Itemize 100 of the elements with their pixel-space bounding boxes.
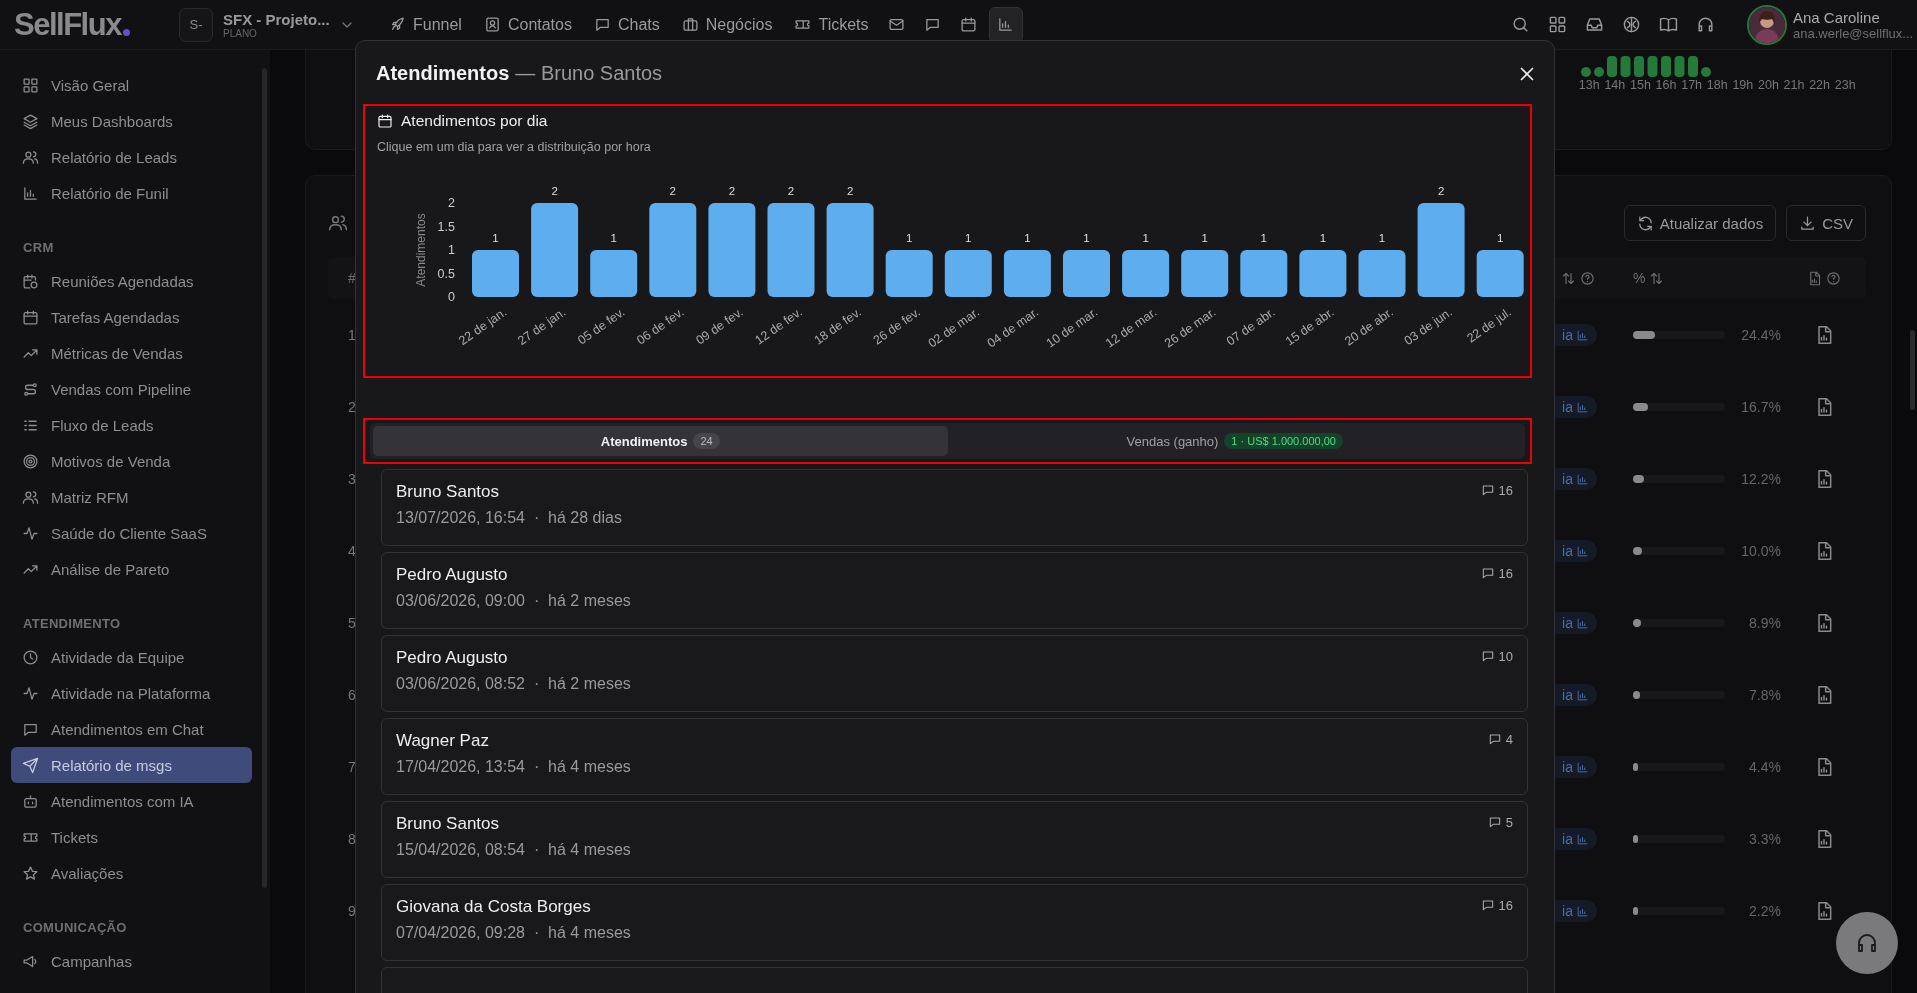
help-icon[interactable] [1825, 270, 1841, 286]
search-icon[interactable] [1511, 15, 1530, 34]
bar-chart-icon [1576, 616, 1589, 630]
bar[interactable] [826, 203, 874, 297]
hour-label: 23h [1833, 78, 1857, 92]
hour-label: 16h [1654, 78, 1678, 92]
bar[interactable] [1299, 250, 1347, 297]
bar-chart-icon [997, 16, 1015, 33]
section-heading: COMUNICAÇÃO [23, 919, 128, 937]
tab[interactable]: Atendimentos 24 [373, 426, 948, 456]
bar-chart-icon [1576, 472, 1589, 486]
contact-name: Wagner Paz [396, 731, 490, 751]
axis-tick: 26 de mar. [1162, 305, 1219, 351]
sidebar-item[interactable]: Atendimentos em Chat [11, 711, 252, 747]
sidebar-item[interactable]: Saúde do Cliente SaaS [11, 515, 252, 551]
scrollbar-thumb[interactable] [1910, 330, 1915, 410]
data-label: 1 [1142, 232, 1149, 244]
data-label: 2 [787, 185, 795, 197]
sidebar-item[interactable]: Fluxo de Leads [11, 407, 252, 443]
download-button[interactable]: CSV [1786, 205, 1866, 241]
sidebar-item[interactable]: Atividade na Plataforma [11, 675, 252, 711]
book-icon[interactable] [1659, 15, 1678, 34]
conversation-card[interactable]: Pedro Augusto 03/06/2026, 08:52 · há 2 meses 10 [381, 635, 1528, 712]
sidebar-item[interactable]: Tickets [11, 819, 252, 855]
sort-icon[interactable] [1561, 270, 1576, 286]
robot-icon [22, 792, 39, 810]
workspace-avatar[interactable]: S- [179, 7, 213, 42]
nav-item[interactable]: Contatos [483, 15, 572, 34]
conversation-card[interactable]: Wagner Paz 17/04/2026, 13:54 · há 4 meses 4 [381, 718, 1528, 795]
message-count: 16 [1498, 482, 1513, 498]
bar[interactable] [708, 203, 756, 297]
sort-icon[interactable] [1649, 270, 1665, 286]
bar-chart-icon [1576, 688, 1589, 702]
sidebar-item[interactable]: Vendas com Pipeline [11, 371, 252, 407]
help-icon[interactable] [1580, 270, 1595, 286]
bar[interactable] [1181, 250, 1229, 297]
sidebar-item[interactable]: Atividade da Equipe [11, 639, 252, 675]
headset-icon[interactable] [1696, 15, 1715, 34]
bar[interactable] [944, 250, 992, 297]
data-label: 1 [1083, 232, 1090, 244]
conversation-card[interactable]: Giovana da Costa Borges 07/04/2026, 09:28 · há 4 meses 16 [381, 884, 1528, 961]
percent-value: 16.7% [1740, 399, 1781, 415]
inbox-icon[interactable] [1585, 15, 1604, 34]
bar[interactable] [1122, 250, 1170, 297]
chat-icon [1480, 898, 1495, 912]
mail-icon [888, 16, 906, 33]
route-icon [22, 380, 39, 398]
sidebar-item[interactable]: Campanhas [11, 943, 252, 979]
sidebar-item[interactable]: Visão Geral [11, 67, 252, 103]
sidebar-item[interactable]: Relatório de Funil [11, 175, 252, 211]
logo[interactable]: SellFlux [14, 6, 179, 43]
sidebar-item[interactable]: Relatório de msgs [11, 747, 252, 783]
sidebar-item[interactable]: Relatório de Leads [11, 139, 252, 175]
nav-icon-button[interactable] [988, 6, 1023, 43]
chat-icon [1487, 815, 1502, 829]
data-label: 2 [669, 185, 676, 197]
bar[interactable] [590, 250, 638, 297]
bar[interactable] [1417, 203, 1465, 297]
sidebar-item[interactable]: Análise de Pareto [11, 551, 252, 587]
bar[interactable] [1003, 250, 1051, 297]
workspace-plan: PLANO [223, 27, 258, 39]
globe-icon[interactable] [1622, 15, 1641, 34]
sidebar-item[interactable]: Meus Dashboards [11, 103, 252, 139]
sidebar-item[interactable]: Métricas de Vendas [11, 335, 252, 371]
calendar-icon [377, 113, 393, 129]
bar[interactable] [1358, 250, 1406, 297]
grid-icon[interactable] [1548, 15, 1567, 34]
row-number: 4 [348, 543, 357, 559]
bar[interactable] [1476, 250, 1524, 297]
refresh-button[interactable]: Atualizar dados [1623, 205, 1777, 241]
sidebar-item[interactable]: Tarefas Agendadas [11, 299, 252, 335]
conversation-card[interactable]: Bruno Santos 15/04/2026, 08:54 · há 4 meses 5 [381, 801, 1528, 878]
nav-item[interactable]: Negócios [681, 15, 773, 34]
bar-chart-icon [1576, 760, 1589, 774]
column-header[interactable]: % [1633, 270, 1646, 286]
sidebar-item[interactable]: Motivos de Venda [11, 443, 252, 479]
conversation-date: 03/06/2026, 09:00 · há 2 meses [396, 592, 632, 610]
bar[interactable] [531, 203, 579, 297]
conversation-card[interactable]: Pedro Augusto 03/06/2026, 09:00 · há 2 meses 16 [381, 552, 1528, 629]
nav-item[interactable]: Tickets [794, 15, 869, 34]
conversation-date: 17/04/2026, 13:54 · há 4 meses [396, 758, 632, 776]
chat-icon [1480, 566, 1495, 580]
data-label: 1 [1319, 232, 1327, 244]
sidebar-item[interactable]: Matriz RFM [11, 479, 252, 515]
sidebar-item[interactable]: Reuniões Agendadas [11, 263, 252, 299]
rocket-icon [389, 16, 406, 33]
tab[interactable]: Vendas (ganho) 1 · US$ 1.000.000,00 [947, 426, 1522, 456]
axis-tick: 2 [448, 196, 455, 210]
workspace-name[interactable]: SFX - Projeto... [223, 10, 329, 28]
sidebar-item[interactable]: Atendimentos com IA [11, 783, 252, 819]
bar[interactable] [1240, 250, 1288, 297]
conversation-card[interactable]: Bruno Santos 13/07/2026, 16:54 · há 28 dias 16 [381, 469, 1528, 546]
hour-label: 15h [1629, 78, 1652, 92]
nav-item[interactable]: Chats [593, 15, 660, 34]
nav-item[interactable]: Funnel [389, 15, 462, 34]
sidebar-item[interactable]: Avaliações [11, 855, 252, 891]
axis-tick: 0 [448, 290, 455, 304]
percent-value: 4.4% [1748, 759, 1781, 775]
bar[interactable] [885, 250, 933, 297]
bar[interactable] [649, 203, 697, 297]
